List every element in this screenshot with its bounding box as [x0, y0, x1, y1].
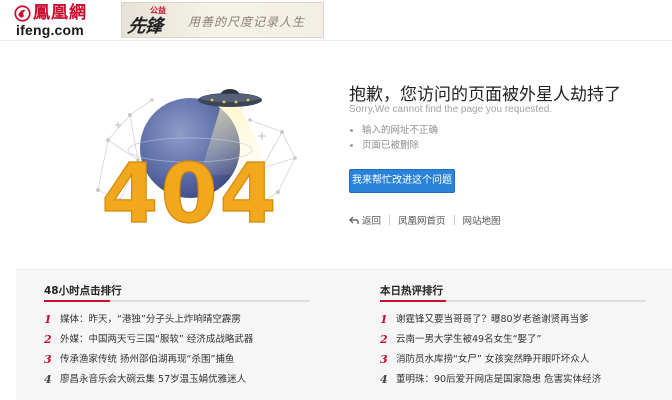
rank-number: 2: [380, 333, 388, 346]
home-link[interactable]: 凤凰网首页: [398, 213, 446, 227]
site-header: 鳳凰網 ifeng.com 公益 先锋 用善的尺度记录人生: [0, 0, 672, 40]
news-title-link[interactable]: 谢霆锋又要当哥哥了？曝80岁老爸谢贤再当爹: [396, 310, 589, 330]
banner-badge-main: 先锋: [126, 16, 164, 37]
list-item[interactable]: 3 传承渔家传统 扬州邵伯湖再现“杀围”捕鱼: [44, 350, 310, 370]
news-title-link[interactable]: 董明珠：90后爱开网店是国家隐患 危害实体经济: [396, 370, 601, 390]
link-separator: [453, 215, 455, 225]
list-item[interactable]: 1 媒体：昨天，“港独”分子头上炸响晴空霹雳: [44, 310, 310, 330]
error-reason-text: 输入的网址不正确: [362, 125, 439, 136]
news-title-link[interactable]: 云南一男大学生被49名女生“娶了”: [396, 330, 541, 350]
list-item[interactable]: 4 廖昌永音乐会大碗云集 57岁温玉娟优雅迷人: [44, 370, 310, 390]
click-ranking-title: 48小时点击排行: [44, 285, 122, 297]
logo-domain-text: ifeng.com: [16, 22, 84, 38]
rank-number: 1: [44, 313, 52, 326]
comment-ranking-list: 1 谢霆锋又要当哥哥了？曝80岁老爸谢贤再当爹 2 云南一男大学生被49名女生“娶了…: [380, 310, 646, 390]
error-links: 返回 凤凰网首页 网站地图: [349, 213, 501, 227]
rank-number: 2: [44, 333, 52, 346]
logo-chinese-text: 鳳凰網: [33, 3, 87, 23]
404-digits: 404: [101, 147, 278, 230]
rank-number: 4: [380, 373, 388, 386]
rank-number: 1: [380, 313, 388, 326]
news-title-link[interactable]: 外媒：中国两天亏三国“服软” 经济成战略武器: [60, 330, 253, 350]
section-rule: [44, 300, 310, 302]
bullet-icon: [350, 129, 353, 132]
banner-slogan: 用善的尺度记录人生: [188, 15, 306, 29]
list-item[interactable]: 4 董明珠：90后爱开网店是国家隐患 危害实体经济: [380, 370, 646, 390]
ufo-icon: [198, 89, 262, 107]
logo-top-row: 鳳凰網: [14, 3, 114, 23]
news-title-link[interactable]: 传承渔家传统 扬州邵伯湖再现“杀围”捕鱼: [60, 350, 234, 370]
list-item[interactable]: 2 外媒：中国两天亏三国“服软” 经济成战略武器: [44, 330, 310, 350]
report-problem-button[interactable]: 我来帮忙改进这个问题: [349, 169, 455, 193]
list-item[interactable]: 3 消防员水库捞“女尸” 女孩突然睁开眼吓坏众人: [380, 350, 646, 370]
404-illustration: 404: [96, 89, 297, 230]
ifeng-logo[interactable]: 鳳凰網 ifeng.com: [14, 3, 114, 37]
error-subtitle: Sorry,We cannot find the page you reques…: [349, 104, 553, 115]
news-title-link[interactable]: 消防员水库捞“女尸” 女孩突然睁开眼吓坏众人: [396, 350, 589, 370]
comment-ranking-section: 本日热评排行 1 谢霆锋又要当哥哥了？曝80岁老爸谢贤再当爹 2 云南一男大学生被4…: [380, 284, 646, 390]
back-arrow-icon[interactable]: [349, 216, 359, 225]
banner-badge: 公益 先锋: [126, 5, 176, 37]
rank-number: 4: [44, 373, 52, 386]
sitemap-link[interactable]: 网站地图: [463, 213, 501, 227]
bullet-icon: [350, 144, 353, 147]
link-separator: [389, 215, 391, 225]
news-title-link[interactable]: 廖昌永音乐会大碗云集 57岁温玉娟优雅迷人: [60, 370, 246, 390]
error-reasons-list: 输入的网址不正确 页面已被删除: [350, 123, 438, 153]
error-reason-text: 页面已被删除: [362, 140, 420, 151]
phoenix-logo-icon: [14, 4, 31, 22]
comment-ranking-title: 本日热评排行: [380, 285, 443, 297]
error-reason-item: 输入的网址不正确: [350, 123, 438, 138]
header-divider: [0, 40, 672, 41]
section-rule-accent: [44, 300, 110, 302]
rank-number: 3: [44, 353, 52, 366]
news-title-link[interactable]: 媒体：昨天，“港独”分子头上炸响晴空霹雳: [60, 310, 241, 330]
click-ranking-list: 1 媒体：昨天，“港独”分子头上炸响晴空霹雳 2 外媒：中国两天亏三国“服软” 经济…: [44, 310, 310, 390]
rank-number: 3: [380, 353, 388, 366]
section-rule-accent: [380, 300, 446, 302]
list-item[interactable]: 2 云南一男大学生被49名女生“娶了”: [380, 330, 646, 350]
error-reason-item: 页面已被删除: [350, 138, 438, 153]
charity-banner[interactable]: 公益 先锋 用善的尺度记录人生: [121, 2, 324, 38]
list-item[interactable]: 1 谢霆锋又要当哥哥了？曝80岁老爸谢贤再当爹: [380, 310, 646, 330]
section-rule: [380, 300, 646, 302]
back-link[interactable]: 返回: [362, 213, 381, 227]
click-ranking-section: 48小时点击排行 1 媒体：昨天，“港独”分子头上炸响晴空霹雳 2 外媒：中国两天亏…: [44, 284, 310, 390]
error-title: 抱歉，您访问的页面被外星人劫持了: [349, 85, 621, 105]
ranking-panel: 48小时点击排行 1 媒体：昨天，“港独”分子头上炸响晴空霹雳 2 外媒：中国两天亏…: [16, 269, 672, 400]
